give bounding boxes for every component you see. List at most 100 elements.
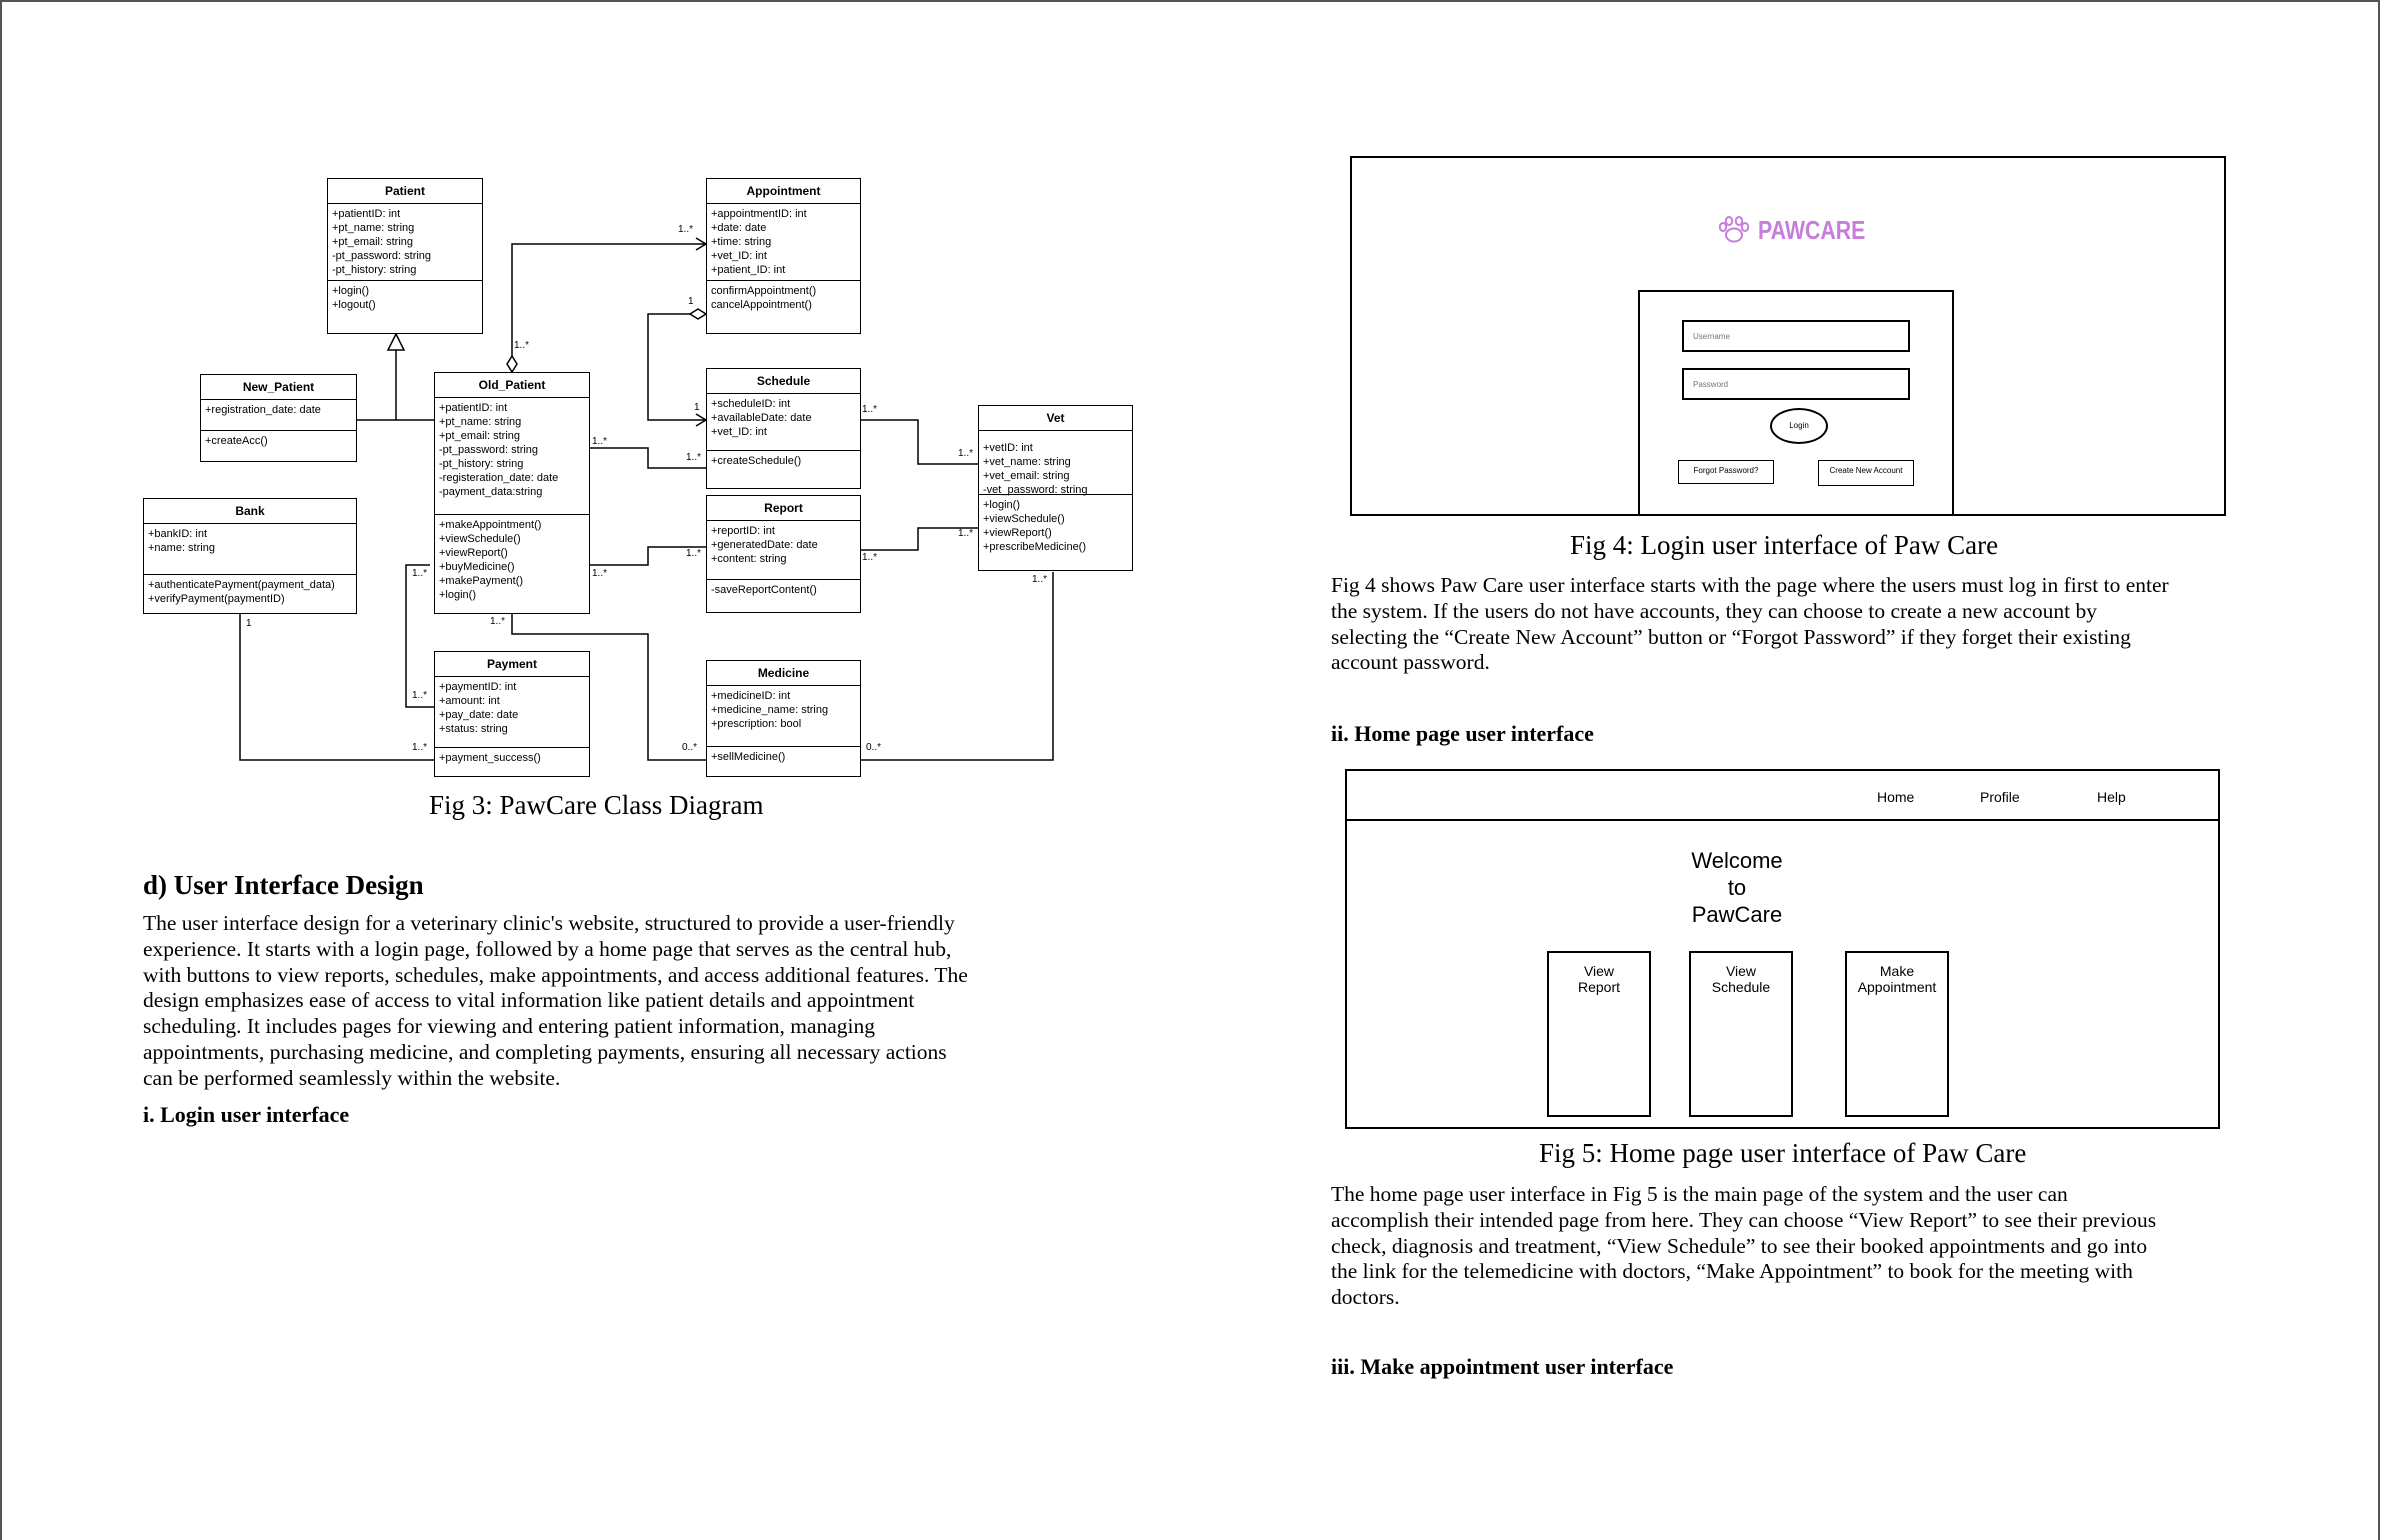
nav-help-link[interactable]: Help [2097, 789, 2126, 805]
multiplicity-label: 1..* [1032, 574, 1048, 585]
class-attributes: +scheduleID: int +availableDate: date +v… [707, 394, 860, 451]
class-attributes: +appointmentID: int +date: date +time: s… [707, 204, 860, 281]
class-operations: +sellMedicine() [707, 747, 860, 767]
attr: +patient_ID: int [711, 264, 786, 276]
nav-home-link[interactable]: Home [1877, 789, 1914, 805]
attr: +vet_email: string [983, 470, 1070, 482]
welcome-line: to [1727, 875, 1747, 900]
class-operations: +makeAppointment() +viewSchedule() +view… [435, 515, 589, 605]
class-title: Medicine [707, 661, 860, 686]
attr: -pt_history: string [439, 458, 524, 470]
para-line: design emphasizes ease of access to vita… [143, 988, 915, 1013]
multiplicity-label: 1..* [514, 340, 530, 351]
card-label-line: Report [1577, 979, 1621, 995]
para-line: Fig 4 shows Paw Care user interface star… [1331, 573, 2169, 597]
class-title: Schedule [707, 369, 860, 394]
para-line: can be performed seamlessly within the w… [143, 1065, 561, 1090]
attr: +medicineID: int [711, 690, 791, 702]
class-attributes: +bankID: int +name: string [144, 524, 356, 575]
op: cancelAppointment() [711, 299, 812, 311]
attr: +pt_email: string [439, 430, 521, 442]
attr: +bankID: int [148, 528, 208, 540]
multiplicity-label: 1 [694, 402, 700, 413]
op: +viewSchedule() [983, 513, 1065, 525]
para-line: account password. [1331, 650, 1490, 675]
login-mockup: PAWCARE Login Forgot Password? Create Ne… [1350, 156, 2226, 516]
username-field[interactable] [1682, 320, 1910, 352]
attr: +vet_ID: int [711, 250, 767, 262]
login-button[interactable]: Login [1770, 408, 1828, 444]
class-operations: +login() +viewSchedule() +viewReport() +… [979, 495, 1132, 557]
class-bank: Bank +bankID: int +name: string +authent… [143, 498, 357, 614]
class-new-patient: New_Patient +registration_date: date +cr… [200, 374, 357, 462]
logo: PAWCARE [1716, 214, 1889, 246]
attr: +scheduleID: int [711, 398, 791, 410]
attr: +pay_date: date [439, 709, 519, 721]
op: +makeAppointment() [439, 519, 542, 531]
class-operations: +login() +logout() [328, 281, 482, 315]
create-account-button[interactable]: Create New Account [1818, 460, 1914, 486]
attr: +patientID: int [332, 208, 401, 220]
attr: +date: date [711, 222, 767, 234]
class-title: Bank [144, 499, 356, 524]
card-label-line: View [1725, 963, 1757, 979]
class-patient: Patient +patientID: int +pt_name: string… [327, 178, 483, 334]
multiplicity-label: 1..* [686, 452, 702, 463]
attr: +time: string [711, 236, 772, 248]
para-line: The home page user interface in Fig 5 is… [1331, 1182, 2068, 1206]
multiplicity-label: 0..* [866, 742, 882, 753]
class-report: Report +reportID: int +generatedDate: da… [706, 495, 861, 613]
op: +createAcc() [205, 435, 268, 447]
view-schedule-card[interactable]: View Schedule [1689, 951, 1793, 1117]
op: +viewReport() [439, 547, 508, 559]
forgot-password-button[interactable]: Forgot Password? [1678, 460, 1774, 484]
multiplicity-label: 1 [246, 618, 252, 629]
attr: +generatedDate: date [711, 539, 818, 551]
attr: -pt_password: string [332, 250, 432, 262]
multiplicity-label: 1..* [686, 548, 702, 559]
para-line: accomplish their intended page from here… [1331, 1207, 2157, 1232]
class-appointment: Appointment +appointmentID: int +date: d… [706, 178, 861, 334]
attr: -payment_data:string [439, 486, 543, 498]
attr: +name: string [148, 542, 215, 554]
make-appointment-card[interactable]: Make Appointment [1845, 951, 1949, 1117]
class-operations: +createSchedule() [707, 451, 860, 471]
attr: +pt_email: string [332, 236, 414, 248]
para-line: selecting the “Create New Account” butto… [1331, 624, 2131, 649]
op: +verifyPayment(paymentID) [148, 593, 285, 605]
fig5-caption: Fig 5: Home page user interface of Paw C… [1539, 1138, 2027, 1168]
op: -saveReportContent() [711, 584, 817, 596]
password-field[interactable] [1682, 368, 1910, 400]
card-label-line: Make [1879, 963, 1915, 979]
multiplicity-label: 1..* [958, 448, 974, 459]
view-report-card[interactable]: View Report [1547, 951, 1651, 1117]
attr: +paymentID: int [439, 681, 517, 693]
multiplicity-label: 1..* [490, 616, 506, 627]
class-title: Report [707, 496, 860, 521]
multiplicity-label: 1..* [412, 568, 428, 579]
attr: +pt_name: string [332, 222, 415, 234]
class-attributes: +paymentID: int +amount: int +pay_date: … [435, 677, 589, 748]
para-line: the link for the telemedicine with docto… [1331, 1259, 2133, 1284]
subheading-home: ii. Home page user interface [1331, 721, 1594, 746]
attr: +vet_ID: int [711, 426, 767, 438]
class-title: Old_Patient [435, 373, 589, 398]
attr: -pt_history: string [332, 264, 417, 276]
class-schedule: Schedule +scheduleID: int +availableDate… [706, 368, 861, 489]
attr: +reportID: int [711, 525, 775, 537]
para-line: experience. It starts with a login page,… [143, 936, 952, 961]
attr: +patientID: int [439, 402, 508, 414]
card-label-line: Appointment [1857, 979, 1937, 995]
class-attributes: +patientID: int +pt_name: string +pt_ema… [435, 398, 589, 515]
nav-profile-link[interactable]: Profile [1980, 789, 2020, 805]
welcome-line: PawCare [1691, 902, 1783, 927]
class-operations: confirmAppointment() cancelAppointment() [707, 281, 860, 315]
create-account-label: Create New Account [1829, 466, 1903, 475]
attr: +content: string [711, 553, 787, 565]
class-payment: Payment +paymentID: int +amount: int +pa… [434, 651, 590, 777]
fig4-caption: Fig 4: Login user interface of Paw Care [1570, 530, 1999, 560]
attr: -pt_password: string [439, 444, 539, 456]
para-line: the system. If the users do not have acc… [1331, 598, 2097, 623]
class-title: Patient [328, 179, 482, 204]
class-operations: -saveReportContent() [707, 580, 860, 600]
